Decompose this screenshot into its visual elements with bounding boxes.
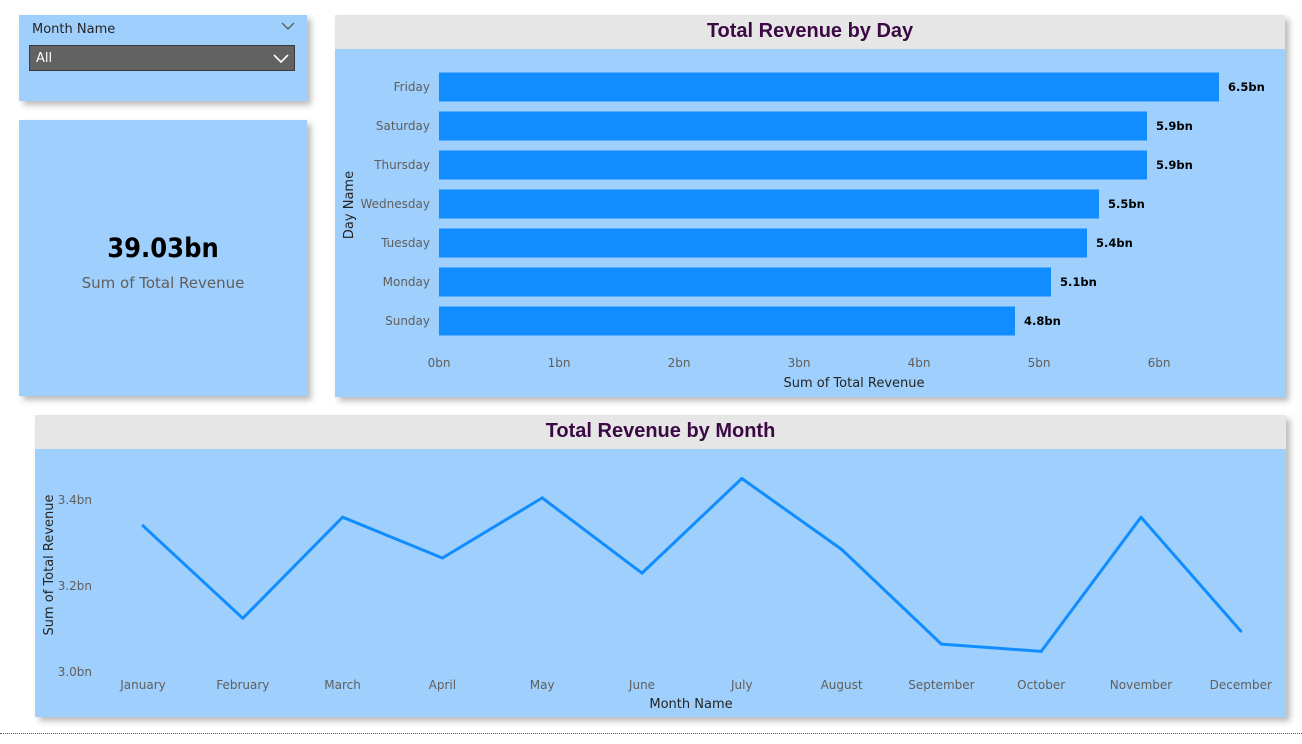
x-axis-label: Sum of Total Revenue [783, 376, 924, 391]
data-label: 5.5bn [1108, 197, 1145, 211]
series-line [141, 477, 1242, 653]
x-tick-label: May [530, 678, 555, 692]
slicer-title: Month Name [32, 22, 116, 37]
data-point [141, 524, 145, 528]
y-tick-label: Sunday [385, 314, 430, 328]
data-point [440, 556, 444, 560]
data-label: 5.9bn [1156, 119, 1193, 133]
chevron-down-icon[interactable] [281, 21, 295, 31]
bar [439, 228, 1087, 258]
revenue-by-month-chart: Total Revenue by Month 3.0bn 3.2bn 3.4bn Ja… [35, 415, 1286, 717]
slicer-selected-value: All [36, 51, 53, 66]
data-point [840, 547, 844, 551]
x-tick-label: October [1017, 678, 1065, 692]
data-label: 4.8bn [1024, 314, 1061, 328]
x-tick-label: 1bn [548, 356, 571, 370]
x-tick-label: July [730, 678, 753, 692]
y-tick-label: 3.2bn [58, 579, 92, 593]
data-label: 5.4bn [1096, 236, 1133, 250]
data-point [1239, 629, 1243, 633]
y-axis-label: Day Name [342, 171, 357, 239]
kpi-label: Sum of Total Revenue [81, 274, 245, 292]
x-tick-label: 6bn [1148, 356, 1171, 370]
data-label: 5.9bn [1156, 158, 1193, 172]
bar [439, 306, 1015, 336]
data-point [540, 496, 544, 500]
data-point [740, 477, 744, 480]
x-tick-label: 0bn [428, 356, 451, 370]
bar [439, 267, 1051, 297]
kpi-value: 39.03bn [107, 233, 219, 264]
page-divider [0, 733, 1302, 734]
bar-chart-svg: Friday 6.5bn Saturday 5.9bn Thursday 5.9bn Wed… [342, 72, 1265, 391]
data-point [241, 616, 245, 620]
x-tick-label: April [429, 678, 456, 692]
x-tick-label: 4bn [908, 356, 931, 370]
data-point [341, 515, 345, 519]
bar [439, 150, 1147, 180]
x-tick-label: March [324, 678, 361, 692]
dropdown-chevron-icon [273, 54, 289, 64]
data-label: 5.1bn [1060, 275, 1097, 289]
data-point [1139, 515, 1143, 519]
x-tick-label: 3bn [788, 356, 811, 370]
month-name-slicer: Month Name All [19, 15, 307, 101]
x-tick-label: January [119, 678, 166, 692]
bar [439, 111, 1147, 141]
y-tick-label: Wednesday [361, 197, 430, 211]
y-tick-label: Friday [394, 80, 430, 94]
x-tick-label: September [908, 678, 974, 692]
x-tick-label: February [216, 678, 269, 692]
x-tick-label: November [1110, 678, 1172, 692]
bar [439, 72, 1219, 102]
line-chart-svg: 3.0bn 3.2bn 3.4bn January February March April… [42, 477, 1272, 712]
x-tick-label: August [821, 678, 863, 692]
x-tick-label: June [628, 678, 655, 692]
y-tick-label: Saturday [376, 119, 430, 133]
x-axis-label: Month Name [649, 697, 732, 712]
y-tick-label: 3.4bn [58, 493, 92, 507]
kpi-card: 39.03bn Sum of Total Revenue [19, 120, 307, 396]
data-point [939, 642, 943, 646]
y-tick-label: Monday [383, 275, 430, 289]
slicer-dropdown[interactable]: All [29, 45, 295, 71]
x-tick-label: 2bn [668, 356, 691, 370]
data-point [640, 571, 644, 575]
data-point [1039, 649, 1043, 653]
y-tick-label: Tuesday [380, 236, 430, 250]
y-tick-label: 3.0bn [58, 665, 92, 679]
y-axis-label: Sum of Total Revenue [42, 494, 57, 635]
revenue-by-day-chart: Total Revenue by Day Friday 6.5bn Saturday… [335, 15, 1285, 397]
x-tick-label: 5bn [1028, 356, 1051, 370]
x-tick-label: December [1210, 678, 1272, 692]
y-tick-label: Thursday [373, 158, 430, 172]
bar [439, 189, 1099, 219]
data-label: 6.5bn [1228, 80, 1265, 94]
